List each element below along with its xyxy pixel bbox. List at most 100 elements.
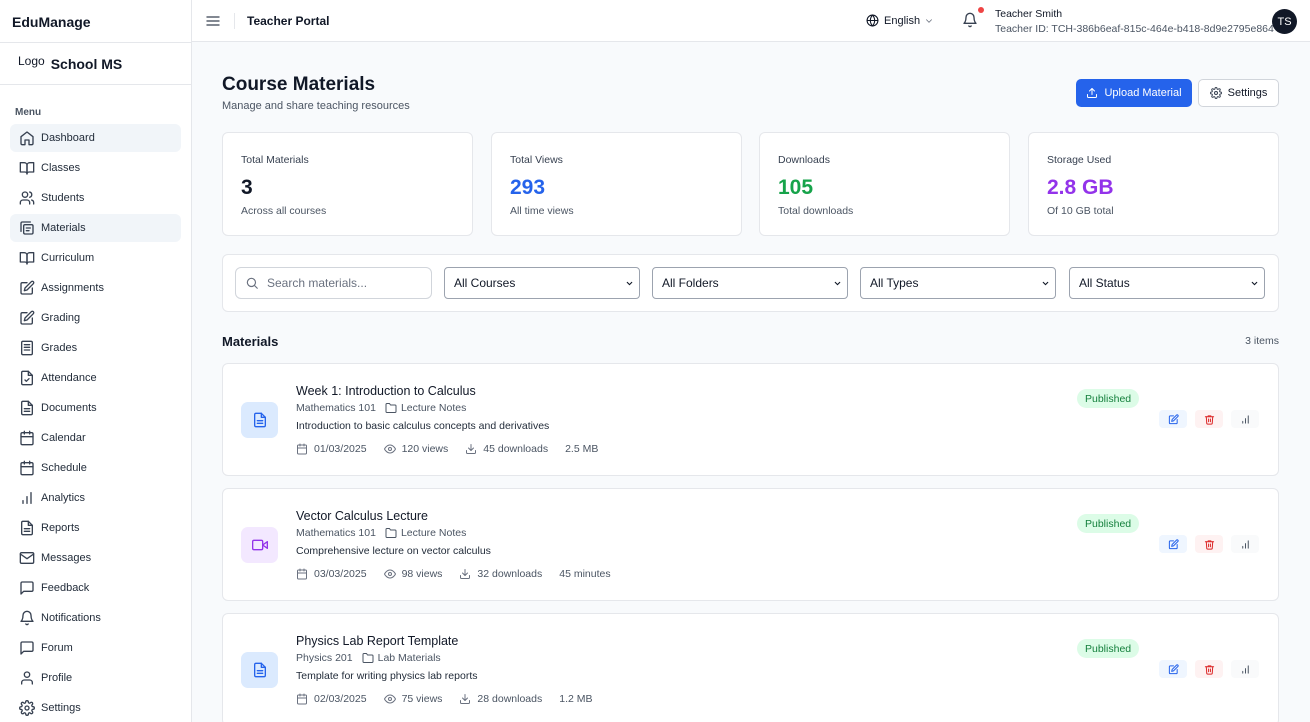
materials-count: 3 items [1245,335,1279,347]
sidebar-item-label: Grades [41,342,78,354]
sidebar-item-label: Reports [41,522,80,534]
material-title[interactable]: Vector Calculus Lecture [296,509,428,523]
material-size: 45 minutes [559,568,611,580]
user-info: Teacher Smith Teacher ID: TCH-386b6eaf-8… [995,7,1274,37]
sidebar-item-label: Grading [41,312,81,324]
sidebar-item-label: Profile [41,672,73,684]
material-title[interactable]: Week 1: Introduction to Calculus [296,384,476,398]
stat-value: 105 [778,176,814,199]
sidebar-item-calendar[interactable]: Calendar [10,424,181,452]
eye-icon [383,694,396,704]
sidebar-item-settings[interactable]: Settings [10,694,181,722]
folder-select[interactable]: All Folders [652,267,848,299]
sidebar-item-label: Attendance [41,372,97,384]
stat-label: Total Views [510,154,563,166]
sidebar-item-label: Notifications [41,612,101,624]
edit-icon [20,310,35,325]
edit-button[interactable] [1159,535,1187,553]
analytics-button[interactable] [1231,410,1259,428]
upload-material-button[interactable]: Upload Material [1076,79,1192,107]
avatar[interactable]: TS [1272,9,1297,34]
sidebar-item-notifications[interactable]: Notifications [10,604,181,632]
status-select[interactable]: All Status [1069,267,1265,299]
sidebar-item-curriculum[interactable]: Curriculum [10,244,181,272]
sidebar-item-label: Classes [41,162,81,174]
chevron-down-icon [1251,281,1258,286]
trash-icon [1204,414,1214,425]
bell-icon[interactable] [962,12,978,28]
calendar-icon [297,693,307,705]
gear-icon [19,700,35,716]
settings-button[interactable]: Settings [1198,79,1279,107]
calendar-icon [297,443,307,455]
stat-card-storage-used: Storage Used 2.8 GB Of 10 GB total [1028,132,1279,236]
delete-button[interactable] [1195,410,1223,428]
sidebar-item-grading[interactable]: Grading [10,304,181,332]
material-title[interactable]: Physics Lab Report Template [296,634,458,648]
calendar-icon [297,568,307,580]
search-input[interactable] [267,276,417,290]
menu-icon[interactable] [205,13,221,29]
filter-bar: All Courses All Folders All Types All St… [222,254,1279,312]
material-meta: Mathematics 101 Lecture Notes [296,527,466,539]
sidebar: EduManage Logo School MS Menu Dashboard … [0,0,192,722]
stat-value: 3 [241,176,253,199]
sidebar-item-classes[interactable]: Classes [10,154,181,182]
message-square-icon [20,641,34,655]
stat-value: 2.8 GB [1047,176,1114,199]
library-icon [20,221,34,235]
material-size: 2.5 MB [565,443,599,455]
material-date: 02/03/2025 [296,693,367,705]
sidebar-item-assignments[interactable]: Assignments [10,274,181,302]
stat-card-downloads: Downloads 105 Total downloads [759,132,1010,236]
analytics-button[interactable] [1231,535,1259,553]
sidebar-item-documents[interactable]: Documents [10,394,181,422]
page-subtitle: Manage and share teaching resources [222,100,410,112]
sidebar-item-dashboard[interactable]: Dashboard [10,124,181,152]
sidebar-item-label: Feedback [41,582,90,594]
type-select[interactable]: All Types [860,267,1056,299]
course-select[interactable]: All Courses [444,267,640,299]
delete-button[interactable] [1195,535,1223,553]
globe-icon [866,14,879,27]
sidebar-item-forum[interactable]: Forum [10,634,181,662]
sidebar-item-label: Dashboard [41,132,95,144]
analytics-button[interactable] [1231,660,1259,678]
sidebar-item-grades[interactable]: Grades [10,334,181,362]
material-card[interactable]: Vector Calculus Lecture Mathematics 101 … [222,488,1279,601]
status-select-value: All Status [1079,276,1130,290]
material-card[interactable]: Week 1: Introduction to Calculus Mathema… [222,363,1279,476]
sidebar-item-label: Messages [41,552,92,564]
sidebar-item-label: Assignments [41,282,104,294]
bar-chart-icon [22,492,32,504]
edit-button[interactable] [1159,410,1187,428]
material-card[interactable]: Physics Lab Report Template Physics 201 … [222,613,1279,722]
sidebar-item-label: Settings [41,702,81,714]
stats-row: Total Materials 3 Across all courses Tot… [222,132,1279,236]
language-label: English [884,14,921,27]
trash-icon [1204,664,1214,675]
sidebar-item-profile[interactable]: Profile [10,664,181,692]
language-selector[interactable]: English [866,14,934,27]
material-downloads-text: 32 downloads [477,568,543,580]
status-badge: Published [1077,514,1140,533]
file-text-icon [253,412,266,428]
delete-button[interactable] [1195,660,1223,678]
edit-button[interactable] [1159,660,1187,678]
sidebar-item-analytics[interactable]: Analytics [10,484,181,512]
material-downloads: 45 downloads [465,443,548,455]
sidebar-item-label: Calendar [41,432,86,444]
edit-icon [1168,413,1179,424]
sidebar-item-schedule[interactable]: Schedule [10,454,181,482]
sidebar-item-attendance[interactable]: Attendance [10,364,181,392]
sidebar-item-students[interactable]: Students [10,184,181,212]
home-icon [20,131,34,146]
sidebar-item-reports[interactable]: Reports [10,514,181,542]
stat-subtext: All time views [510,205,574,217]
material-type-badge [241,652,278,688]
sidebar-item-materials[interactable]: Materials [10,214,181,242]
sidebar-item-messages[interactable]: Messages [10,544,181,572]
material-views: 98 views [383,568,442,580]
sidebar-item-feedback[interactable]: Feedback [10,574,181,602]
stat-subtext: Of 10 GB total [1047,205,1114,217]
